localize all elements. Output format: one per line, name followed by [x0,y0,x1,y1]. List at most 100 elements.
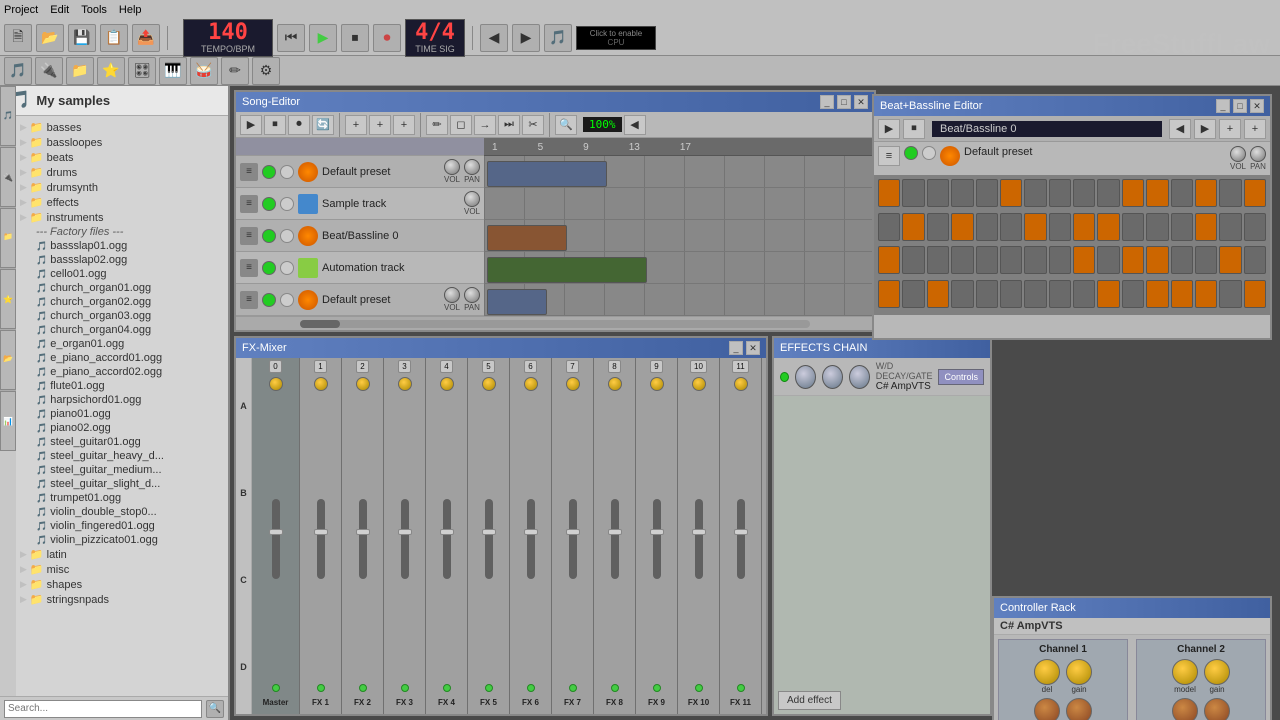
beat-btn[interactable] [878,213,900,241]
ch1-bass-knob[interactable] [1034,698,1060,720]
mixer-knob-4[interactable] [440,377,454,391]
mixer-send-1[interactable] [317,684,325,692]
beat-default-solo[interactable] [922,146,936,160]
tree-item[interactable]: 🎵steel_guitar_heavy_d... [32,449,228,463]
tree-item[interactable]: 🎵steel_guitar01.ogg [32,435,228,449]
mixer-fader-track-4[interactable] [443,499,451,579]
timeline-row-4[interactable] [484,252,874,284]
song-rec-btn[interactable]: ⏺ [288,115,310,135]
fx-mixer-close[interactable]: ✕ [746,341,760,355]
mixer-send-9[interactable] [653,684,661,692]
stop-button[interactable]: ⏹ [341,24,369,52]
hscroll-track[interactable] [300,320,810,328]
beat-btn[interactable] [1122,213,1144,241]
block-3-1[interactable] [487,225,567,251]
track-3-solo[interactable] [280,229,294,243]
mixer-send-10[interactable] [695,684,703,692]
mixer-send-5[interactable] [485,684,493,692]
song-loop-btn[interactable]: 🔄 [312,115,334,135]
mixer-send-4[interactable] [443,684,451,692]
tree-item[interactable]: 🎵church_organ03.ogg [32,309,228,323]
add-effect-button[interactable]: Add effect [778,691,841,710]
mixer-fader-thumb-11[interactable] [734,529,748,535]
beat-btn[interactable] [1049,179,1071,207]
beat-default-menu[interactable]: ≡ [878,146,900,166]
mixer-btn2[interactable]: 🎛 [128,57,156,85]
beat-btn[interactable] [1097,179,1119,207]
ch1-del-knob[interactable] [1034,659,1060,685]
beat-btn[interactable] [927,246,949,274]
beat-btn[interactable] [1024,213,1046,241]
beat-btn[interactable] [1122,280,1144,308]
song-pencil-btn[interactable]: ✏ [426,115,448,135]
beat-btn[interactable] [902,179,924,207]
mixer-channel-2[interactable]: 2 FX 2 [342,358,384,714]
beat-btn[interactable] [1024,280,1046,308]
song-add3-btn[interactable]: + [393,115,415,135]
menu-project[interactable]: Project [4,4,38,16]
beat-btn[interactable] [1049,280,1071,308]
search-input[interactable] [4,700,202,718]
beat-btn[interactable] [951,213,973,241]
mixer-channel-12[interactable]: 12 FX 12 [762,358,766,714]
effect-1-controls-btn[interactable]: Controls [938,369,984,385]
mixer-knob-2[interactable] [356,377,370,391]
mixer-fader-thumb-6[interactable] [524,529,538,535]
beat-btn[interactable] [1244,246,1266,274]
track-2-mute[interactable] [262,197,276,211]
track-5-menu[interactable]: ≡ [240,291,258,309]
export-button[interactable]: 📤 [132,24,160,52]
beat-btn[interactable] [1195,246,1217,274]
tree-item[interactable]: ▶📁drumsynth [16,180,228,195]
beat-btn[interactable] [1024,246,1046,274]
mixer-knob-5[interactable] [482,377,496,391]
file-tree[interactable]: ▶📁basses▶📁bassloopes▶📁beats▶📁drums▶📁drum… [16,116,228,696]
timeline-row-5[interactable] [484,284,874,316]
beat-btn[interactable] [1122,179,1144,207]
save-as-button[interactable]: 📋 [100,24,128,52]
beat-preset-select[interactable]: Beat/Bassline 0 [932,121,1162,137]
tree-item[interactable]: 🎵e_organ01.ogg [32,337,228,351]
beat-btn[interactable] [927,280,949,308]
beat-btn[interactable] [1244,179,1266,207]
beat-btn[interactable] [1073,179,1095,207]
mixer-channel-7[interactable]: 7 FX 7 [552,358,594,714]
tree-item[interactable]: 🎵bassslap01.ogg [32,239,228,253]
tree-item[interactable]: ▶📁shapes [16,577,228,592]
play-button[interactable]: ▶ [309,24,337,52]
beat-editor-minimize[interactable]: _ [1216,99,1230,113]
mixer-channel-5[interactable]: 5 FX 5 [468,358,510,714]
tree-item[interactable]: ▶📁drums [16,165,228,180]
mixer-fader-track-8[interactable] [611,499,619,579]
beat-btn[interactable] [1024,179,1046,207]
mixer-fader-track-10[interactable] [695,499,703,579]
timeline-row-1[interactable] [484,156,874,188]
beat-add2-btn[interactable]: + [1244,119,1266,139]
side-tab-presets[interactable]: ⭐ [0,269,16,329]
beat-btn[interactable] [1244,213,1266,241]
mixer-channel-3[interactable]: 3 FX 3 [384,358,426,714]
beat-btn[interactable] [1219,280,1241,308]
beat-btn[interactable] [1073,246,1095,274]
tree-item[interactable]: ▶📁stringsnpads [16,592,228,607]
mixer-fader-track-7[interactable] [569,499,577,579]
track-5-solo[interactable] [280,293,294,307]
pitch-up-button[interactable]: ▶ [512,24,540,52]
mixer-channel-0[interactable]: 0 Master [252,358,300,714]
beat-btn[interactable] [902,246,924,274]
song-erase-btn[interactable]: ◻ [450,115,472,135]
beat-btn[interactable] [878,246,900,274]
new-button[interactable]: 🗎 [4,24,32,52]
tree-item[interactable]: 🎵piano02.ogg [32,421,228,435]
fx-mixer-minimize[interactable]: _ [729,341,743,355]
mixer-channel-9[interactable]: 9 FX 9 [636,358,678,714]
beat-btn[interactable] [1146,213,1168,241]
beat-btn[interactable] [1171,179,1193,207]
beat-btn[interactable] [1146,179,1168,207]
beat-btn[interactable] [951,179,973,207]
tree-item[interactable]: 🎵trumpet01.ogg [32,491,228,505]
beat-btn[interactable] [1073,280,1095,308]
mixer-send-0[interactable] [272,684,280,692]
mixer-fader-5[interactable] [485,393,493,684]
track-1-mute[interactable] [262,165,276,179]
